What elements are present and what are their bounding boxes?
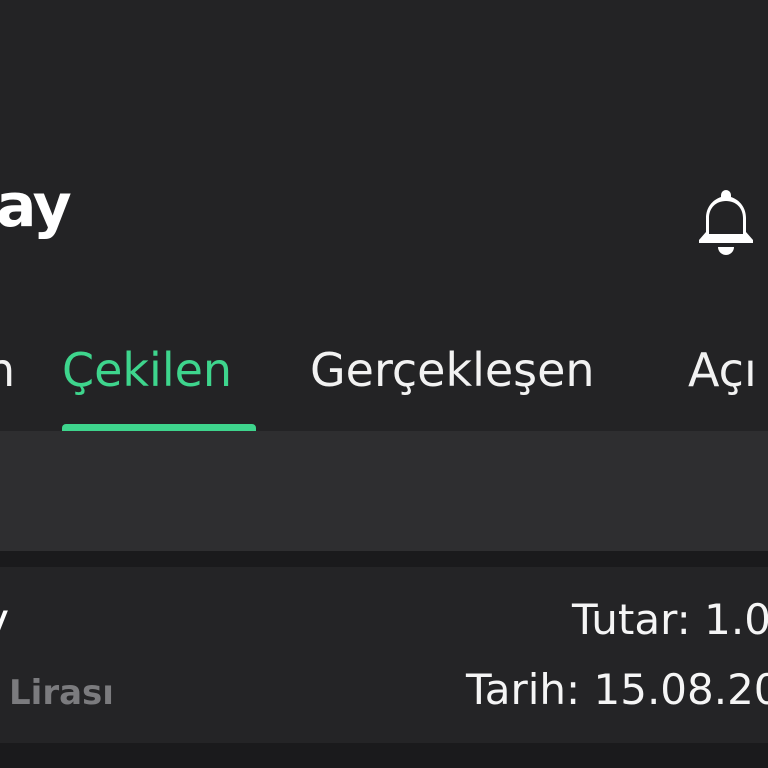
tab-bar: n Çekilen Gerçekleşen Açı xyxy=(0,330,768,431)
app-logo: ay xyxy=(0,171,72,241)
tab-gerceklesen[interactable]: Gerçekleşen xyxy=(310,340,595,400)
app-screen: ay n Çekilen Gerçekleşen Açı y Lirası Tu… xyxy=(0,0,768,768)
transaction-amount: Tutar: 1.0 xyxy=(572,595,768,644)
bottom-divider xyxy=(0,743,768,768)
bell-icon[interactable] xyxy=(696,186,756,256)
tab-acik[interactable]: Açı xyxy=(688,340,757,400)
transaction-currency: Lirası xyxy=(9,673,114,713)
transaction-date: Tarih: 15.08.20 xyxy=(466,665,768,714)
tab-partial-left[interactable]: n xyxy=(0,340,15,400)
active-tab-indicator xyxy=(62,424,256,431)
transaction-card[interactable]: y Lirası Tutar: 1.0 Tarih: 15.08.20 xyxy=(0,567,768,743)
filter-band[interactable] xyxy=(0,431,768,551)
section-divider xyxy=(0,551,768,567)
transaction-title: y xyxy=(0,595,9,645)
tab-cekilen[interactable]: Çekilen xyxy=(62,340,232,400)
